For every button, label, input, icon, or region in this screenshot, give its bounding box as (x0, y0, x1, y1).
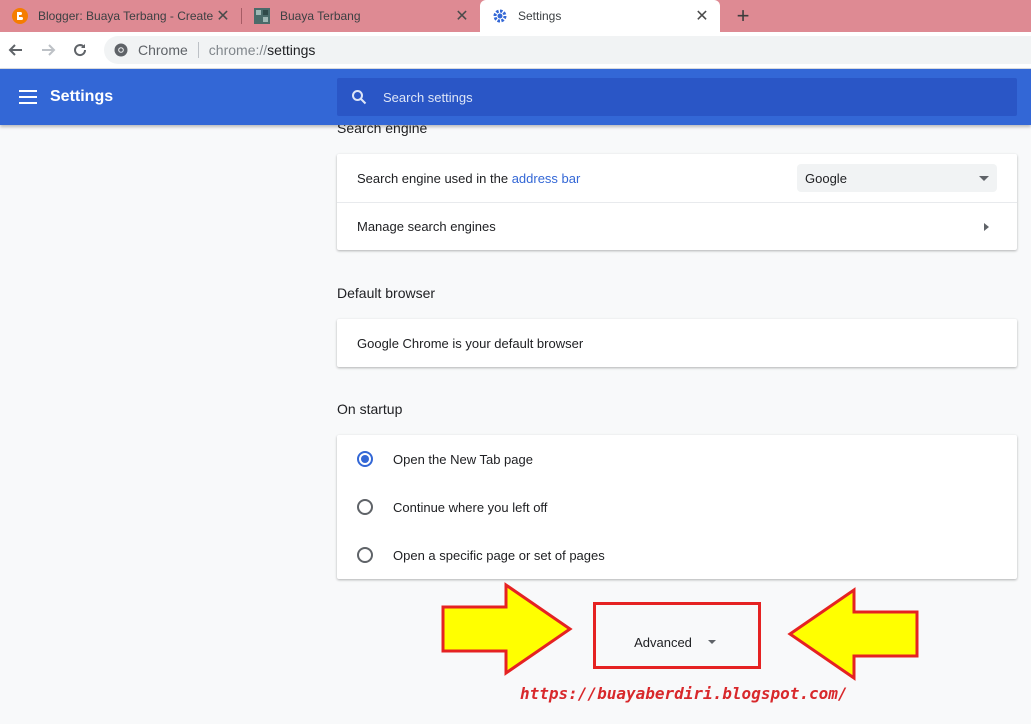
page-title: Settings (50, 88, 114, 105)
tab-title: Blogger: Buaya Terbang - Create (38, 9, 214, 23)
blogger-icon (12, 8, 28, 24)
site-icon (254, 8, 270, 24)
chevron-down-icon (707, 640, 716, 644)
search-engine-select[interactable]: Google (797, 164, 997, 192)
tab-title: Buaya Terbang (280, 9, 361, 23)
gear-icon (493, 9, 507, 23)
default-browser-row: Google Chrome is your default browser (337, 319, 1017, 367)
tab-strip: Blogger: Buaya Terbang - Create ✕ Buaya … (0, 0, 1031, 32)
search-engine-row: Search engine used in the address bar Go… (337, 154, 1017, 202)
close-icon[interactable]: ✕ (694, 8, 710, 25)
watermark-url: https://buayaberdiri.blogspot.com/ (520, 684, 848, 703)
advanced-button[interactable]: Advanced (600, 630, 750, 654)
chevron-right-icon (984, 223, 989, 231)
browser-toolbar: Chrome chrome://settings (0, 32, 1031, 69)
yellow-arrow-left-icon (787, 587, 919, 681)
tab-title: Settings (518, 9, 562, 23)
default-browser-card: Google Chrome is your default browser (337, 319, 1017, 367)
section-title-on-startup: On startup (337, 401, 403, 417)
search-box[interactable] (337, 78, 1017, 116)
search-icon (352, 90, 367, 105)
address-bar[interactable]: Chrome chrome://settings (104, 36, 1031, 64)
forward-arrow-icon (42, 44, 56, 56)
default-browser-status: Google Chrome is your default browser (357, 335, 584, 351)
manage-search-engines-label: Manage search engines (357, 219, 496, 234)
select-value: Google (805, 170, 847, 186)
startup-option-new-tab[interactable]: Open the New Tab page (337, 435, 1017, 483)
url-scheme: chrome:// (208, 42, 268, 58)
search-input[interactable] (383, 89, 983, 105)
tab-blogger[interactable]: Blogger: Buaya Terbang - Create ✕ (0, 0, 241, 32)
settings-header: Settings (0, 69, 1031, 125)
site-chip: Chrome (138, 42, 188, 58)
radio-button[interactable] (357, 499, 373, 515)
back-button[interactable] (5, 39, 27, 61)
advanced-label: Advanced (634, 634, 692, 650)
close-icon[interactable]: ✕ (454, 8, 470, 25)
startup-option-specific-pages[interactable]: Open a specific page or set of pages (337, 531, 1017, 579)
option-label: Open a specific page or set of pages (393, 547, 605, 563)
option-label: Continue where you left off (393, 499, 548, 515)
forward-button[interactable] (37, 39, 59, 61)
dropdown-arrow-icon (979, 176, 989, 181)
chrome-icon (114, 43, 128, 57)
close-icon[interactable]: ✕ (215, 8, 231, 25)
tab-settings[interactable]: Settings ✕ (480, 0, 720, 32)
option-label: Open the New Tab page (393, 451, 533, 467)
url-path: settings (267, 42, 316, 58)
on-startup-card: Open the New Tab page Continue where you… (337, 435, 1017, 579)
tab-buaya-terbang[interactable]: Buaya Terbang ✕ (242, 0, 480, 32)
search-engine-label: Search engine used in the (357, 170, 509, 186)
yellow-arrow-right-icon (441, 582, 573, 676)
reload-icon (74, 44, 87, 57)
menu-icon[interactable] (19, 89, 37, 105)
radio-button[interactable] (357, 451, 373, 467)
manage-search-engines-row[interactable]: Manage search engines (337, 202, 1017, 250)
search-engine-card: Search engine used in the address bar Go… (337, 154, 1017, 250)
section-title-default-browser: Default browser (337, 285, 436, 301)
reload-button[interactable] (69, 39, 91, 61)
startup-option-continue[interactable]: Continue where you left off (337, 483, 1017, 531)
divider (197, 42, 199, 58)
back-arrow-icon (8, 44, 22, 56)
new-tab-button[interactable]: + (731, 3, 755, 28)
radio-button[interactable] (357, 547, 373, 563)
address-bar-link[interactable]: address bar (512, 171, 581, 186)
